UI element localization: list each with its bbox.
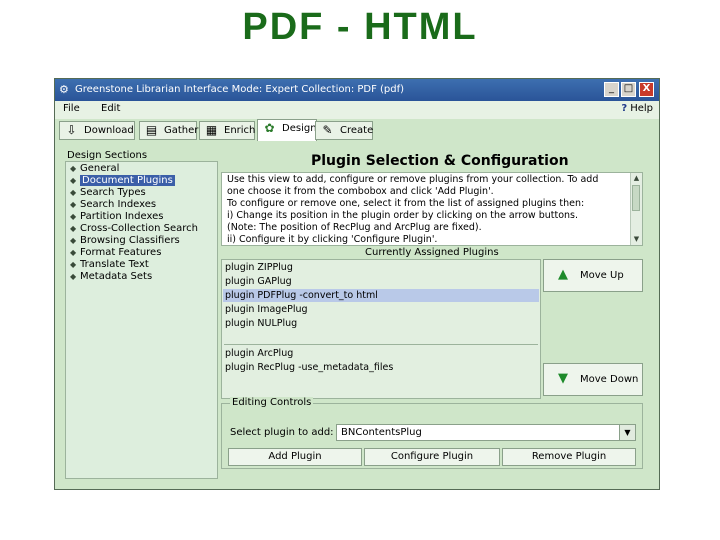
tab-download-label: Download: [84, 125, 134, 136]
section-item[interactable]: ◆ Browsing Classifiers: [70, 235, 180, 247]
section-item[interactable]: ◆ Format Features: [70, 247, 161, 259]
plugin-list-item[interactable]: plugin NULPlug: [223, 317, 539, 330]
description-line: ii) Configure it by clicking 'Configure …: [227, 234, 438, 245]
add-plugin-button[interactable]: Add Plugin: [228, 448, 362, 466]
gather-icon: ▤: [145, 123, 158, 137]
design-sections-header: Design Sections: [67, 150, 148, 161]
editing-controls-legend: Editing Controls: [230, 397, 314, 408]
description-line: Use this view to add, configure or remov…: [227, 174, 599, 185]
move-up-label: Move Up: [580, 270, 624, 281]
move-up-button[interactable]: ▲ Move Up: [543, 259, 643, 292]
section-item[interactable]: ◆ Document Plugins: [70, 175, 175, 187]
create-icon: ✎: [322, 123, 333, 137]
move-down-label: Move Down: [580, 374, 639, 385]
menu-help-label: Help: [630, 103, 653, 114]
menu-help[interactable]: ? Help: [621, 103, 653, 114]
plugin-description: Use this view to add, configure or remov…: [221, 172, 643, 246]
description-line: (Note: The position of RecPlug and ArcPl…: [227, 222, 482, 233]
plugin-panel-title: Plugin Selection & Configuration: [311, 153, 569, 169]
bullet-icon: ◆: [70, 200, 77, 209]
configure-plugin-button[interactable]: Configure Plugin: [364, 448, 500, 466]
plugin-list-item[interactable]: plugin ImagePlug: [223, 303, 539, 316]
plugin-list-item[interactable]: plugin GAPlug: [223, 275, 539, 288]
bullet-icon: ◆: [70, 272, 77, 281]
section-item[interactable]: ◆ General: [70, 163, 119, 175]
tab-gather-label: Gather: [164, 125, 199, 136]
description-line: i) Change its position in the plugin ord…: [227, 210, 579, 221]
tab-enrich-label: Enrich: [224, 125, 256, 136]
design-icon: ✿: [264, 121, 275, 135]
tab-enrich[interactable]: ▦ Enrich: [199, 121, 255, 140]
tab-create[interactable]: ✎ Create: [315, 121, 373, 140]
bullet-icon: ◆: [70, 212, 77, 221]
tab-download[interactable]: ⇩ Download: [59, 121, 135, 140]
bullet-icon: ◆: [70, 248, 77, 257]
chevron-down-icon[interactable]: ▼: [619, 425, 635, 440]
editing-controls: Editing Controls Select plugin to add: B…: [221, 397, 643, 469]
gli-window: ⚙ Greenstone Librarian Interface Mode: E…: [54, 78, 660, 490]
section-item[interactable]: ◆ Cross-Collection Search: [70, 223, 198, 235]
select-plugin-label: Select plugin to add:: [230, 427, 334, 438]
design-sections-list: ◆ General ◆ Document Plugins ◆ Search Types…: [65, 161, 218, 479]
plugin-list-item[interactable]: plugin ZIPPlug: [223, 261, 539, 274]
enrich-icon: ▦: [205, 123, 218, 137]
menu-bar: File Edit ? Help: [55, 101, 659, 119]
plugin-combobox[interactable]: BNContentsPlug ▼: [336, 424, 636, 441]
bullet-icon: ◆: [70, 260, 77, 269]
remove-plugin-button[interactable]: Remove Plugin: [502, 448, 636, 466]
plugin-list-item[interactable]: plugin ArcPlug: [223, 347, 539, 360]
app-icon: ⚙: [59, 83, 69, 96]
tab-design-label: Design: [282, 123, 317, 134]
minimize-button[interactable]: _: [604, 82, 619, 97]
tab-design[interactable]: ✿ Design: [257, 119, 317, 141]
menu-file[interactable]: File: [63, 103, 80, 114]
scroll-up-arrow-icon[interactable]: ▲: [632, 174, 641, 183]
move-down-button[interactable]: ▼ Move Down: [543, 363, 643, 396]
bullet-icon: ◆: [70, 236, 77, 245]
assigned-plugins-label: Currently Assigned Plugins: [365, 247, 499, 258]
tab-create-label: Create: [340, 125, 374, 136]
scroll-down-arrow-icon[interactable]: ▼: [632, 235, 641, 244]
scroll-thumb[interactable]: [632, 185, 640, 211]
section-item[interactable]: ◆ Search Indexes: [70, 199, 156, 211]
close-button[interactable]: X: [639, 82, 654, 97]
plugin-list-item[interactable]: plugin PDFPlug -convert_to html: [223, 289, 539, 302]
plugin-list-item[interactable]: plugin RecPlug -use_metadata_files: [223, 361, 539, 374]
section-item[interactable]: ◆ Translate Text: [70, 259, 149, 271]
menu-edit[interactable]: Edit: [101, 103, 120, 114]
download-icon: ⇩: [66, 123, 77, 137]
window-title: Greenstone Librarian Interface Mode: Exp…: [75, 84, 405, 95]
section-item[interactable]: ◆ Search Types: [70, 187, 146, 199]
section-item[interactable]: ◆ Metadata Sets: [70, 271, 152, 283]
description-line: one choose it from the combobox and clic…: [227, 186, 494, 197]
section-item[interactable]: ◆ Partition Indexes: [70, 211, 163, 223]
fixed-plugins-divider: [224, 344, 538, 345]
maximize-button[interactable]: □: [621, 82, 636, 97]
help-icon: ?: [621, 103, 628, 114]
description-line: To configure or remove one, select it fr…: [227, 198, 585, 209]
description-scrollbar[interactable]: ▲ ▼: [630, 173, 642, 245]
tab-gather[interactable]: ▤ Gather: [139, 121, 199, 140]
arrow-down-icon: ▼: [558, 371, 568, 386]
bullet-icon: ◆: [70, 164, 77, 173]
bullet-icon: ◆: [70, 176, 77, 185]
arrow-up-icon: ▲: [558, 267, 568, 282]
slide-title: PDF - HTML: [242, 6, 478, 48]
assigned-plugins-list: plugin ZIPPlug plugin GAPlug plugin PDFP…: [221, 259, 541, 399]
bullet-icon: ◆: [70, 188, 77, 197]
bullet-icon: ◆: [70, 224, 77, 233]
window-titlebar: ⚙ Greenstone Librarian Interface Mode: E…: [55, 79, 659, 101]
plugin-combobox-value: BNContentsPlug: [341, 427, 422, 438]
